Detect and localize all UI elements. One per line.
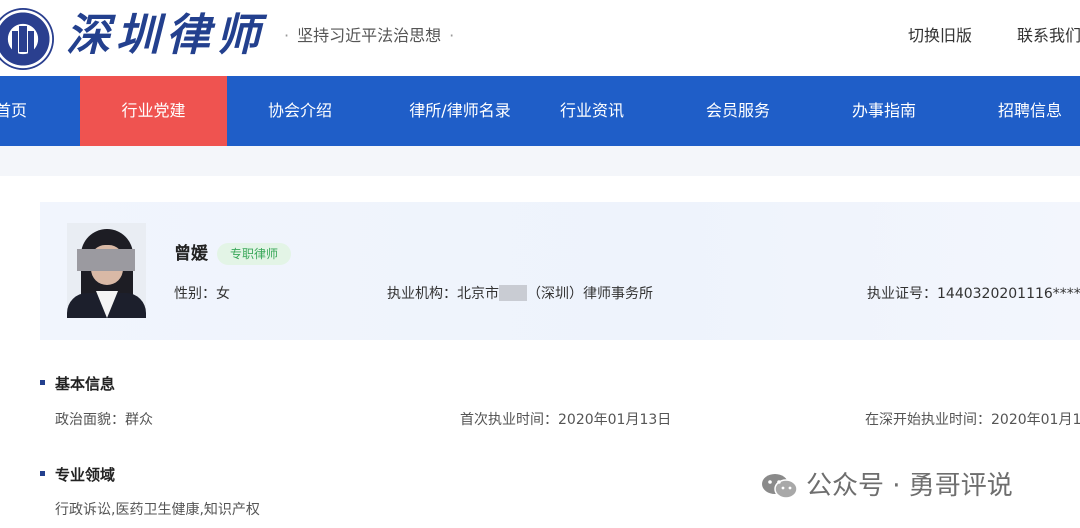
lawyer-license-number: 执业证号：1440320201116**** [867, 286, 1080, 302]
watermark-text: 公众号 · 勇哥评说 [806, 471, 1013, 501]
shenzhen-practice-date: 在深开始执业时间：2020年01月13日 [865, 412, 1080, 428]
lawyer-photo [67, 223, 146, 318]
nav-item-party-building[interactable]: 行业党建 [80, 76, 227, 146]
basic-info-heading: 基本信息 [40, 374, 115, 394]
nav-item-lawyer-directory[interactable]: 律所/律师名录 [380, 76, 540, 146]
wechat-icon [762, 474, 798, 499]
section-marker-icon [40, 471, 45, 476]
site-header: 深圳律师 · 坚持习近平法治思想 · 切换旧版 联系我们 [0, 0, 1080, 76]
section-marker-icon [40, 380, 45, 385]
nav-item-about-association[interactable]: 协会介绍 [240, 76, 360, 146]
lawyer-gender: 性别：女 [174, 286, 230, 302]
nav-item-member-services[interactable]: 会员服务 [686, 76, 790, 146]
expertise-heading: 专业领域 [40, 465, 115, 485]
nav-item-industry-news[interactable]: 行业资讯 [540, 76, 644, 146]
main-nav: 首页 行业党建 协会介绍 律所/律师名录 行业资讯 会员服务 办事指南 招聘信息 [0, 76, 1080, 146]
lawyer-name: 曾媛 [174, 244, 208, 264]
nav-item-home[interactable]: 首页 [0, 76, 42, 146]
nav-item-service-guide[interactable]: 办事指南 [832, 76, 936, 146]
site-logo[interactable]: 深圳律师 [66, 6, 266, 66]
nav-item-recruitment[interactable]: 招聘信息 [978, 76, 1080, 146]
first-practice-date: 首次执业时间：2020年01月13日 [460, 412, 672, 428]
redacted-mosaic [499, 285, 527, 301]
switch-old-version-link[interactable]: 切换旧版 [908, 24, 972, 48]
association-emblem-icon[interactable] [0, 8, 54, 70]
lawyer-type-badge: 专职律师 [217, 243, 292, 265]
political-status: 政治面貌：群众 [55, 412, 153, 428]
expertise-areas: 行政诉讼,医药卫生健康,知识产权 [55, 502, 260, 518]
lawyer-firm[interactable]: 执业机构：北京市 （深圳）律师事务所 [387, 284, 653, 304]
lawyer-profile-card [40, 202, 1080, 340]
header-slogan: · 坚持习近平法治思想 · [284, 26, 455, 45]
contact-us-link[interactable]: 联系我们 [1017, 24, 1080, 48]
content-top-band [0, 146, 1080, 176]
